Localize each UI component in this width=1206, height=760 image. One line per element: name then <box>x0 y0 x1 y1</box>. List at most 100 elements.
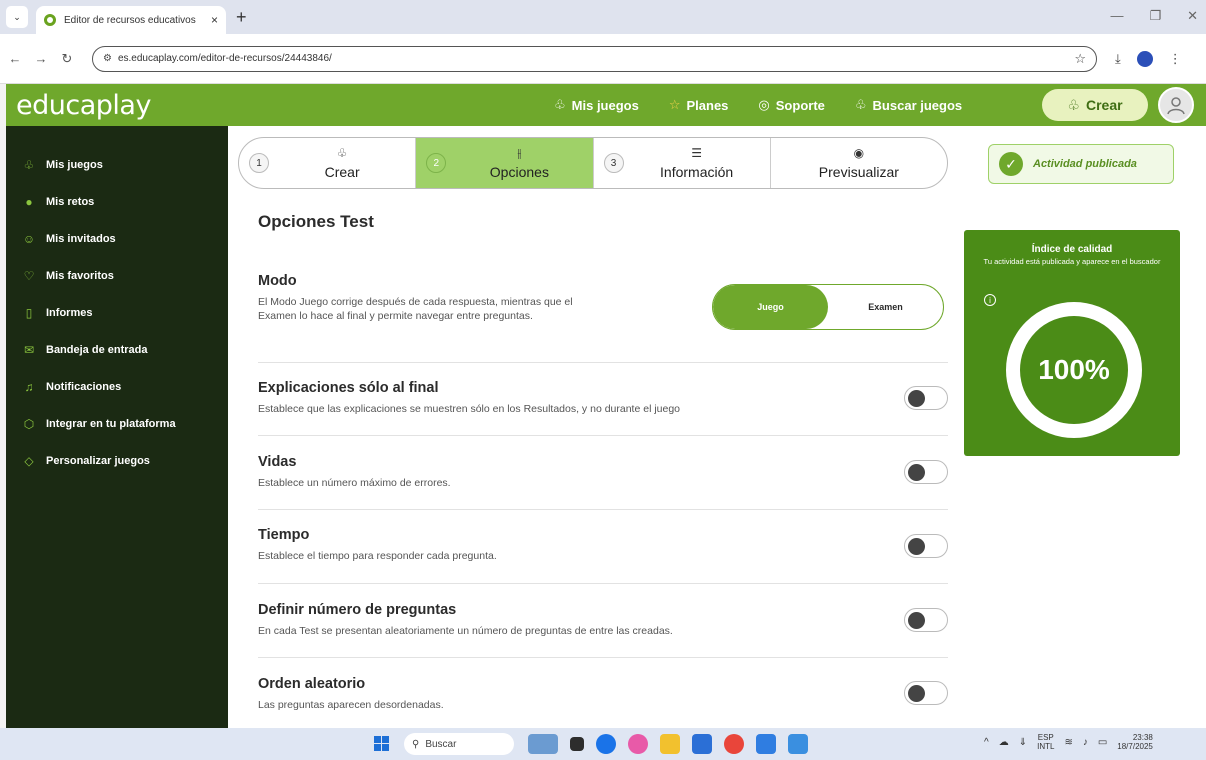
lang-bottom: INTL <box>1037 742 1055 751</box>
tiempo-toggle[interactable] <box>904 534 948 558</box>
integrate-icon: ⬡ <box>23 416 35 431</box>
download-icon[interactable]: ⤓ <box>1115 51 1121 67</box>
profile-avatar[interactable] <box>1136 50 1153 67</box>
option-orden-aleatorio: Orden aleatorio Las preguntas aparecen d… <box>258 676 948 712</box>
clock[interactable]: 23:38 18/7/2025 <box>1117 733 1153 751</box>
nav-soporte[interactable]: ◎ Soporte <box>758 97 824 113</box>
customize-icon: ◇ <box>24 453 34 468</box>
sidebar-item-notificaciones[interactable]: ♫ Notificaciones <box>6 368 228 405</box>
url-input[interactable]: ⚙ es.educaplay.com/editor-de-recursos/24… <box>92 45 1097 72</box>
option-title: Definir número de preguntas <box>258 602 457 618</box>
edge-icon[interactable] <box>596 734 616 754</box>
copilot-icon[interactable] <box>628 734 648 754</box>
nav-buscar-juegos[interactable]: ♧ Buscar juegos <box>855 97 962 113</box>
toggle-knob <box>908 538 925 555</box>
nav-label: Buscar juegos <box>872 97 963 113</box>
sidebar-item-personalizar[interactable]: ◇ Personalizar juegos <box>6 442 228 479</box>
sidebar-item-bandeja[interactable]: ✉ Bandeja de entrada <box>6 331 228 368</box>
option-vidas: Vidas Establece un número máximo de erro… <box>258 454 948 490</box>
sidebar-item-mis-retos[interactable]: ● Mis retos <box>6 183 228 220</box>
restore-icon[interactable]: ❐ <box>1149 8 1161 24</box>
task-view-icon[interactable] <box>570 737 584 751</box>
toggle-knob <box>908 464 925 481</box>
wifi-icon[interactable]: ≋ <box>1064 737 1072 748</box>
sidebar-item-integrar[interactable]: ⬡ Integrar en tu plataforma <box>6 405 228 442</box>
step-crear[interactable]: 1 ♧ Crear <box>239 138 417 188</box>
guests-icon: ☺ <box>22 231 36 246</box>
numero-preguntas-toggle[interactable] <box>904 608 948 632</box>
option-description: El Modo Juego corrige después de cada re… <box>258 296 573 322</box>
back-icon[interactable]: ← <box>4 51 26 66</box>
windows-start-icon[interactable] <box>374 736 389 751</box>
minimize-icon[interactable]: — <box>1110 8 1123 24</box>
volume-icon[interactable]: ♪ <box>1083 737 1088 748</box>
tab-close-icon[interactable]: × <box>211 13 218 27</box>
explicaciones-toggle[interactable] <box>904 386 948 410</box>
create-label: Crear <box>1085 97 1123 113</box>
site-info-icon[interactable]: ⚙ <box>103 53 112 64</box>
file-explorer-icon[interactable] <box>660 734 680 754</box>
sidebar-item-label: Mis retos <box>46 195 95 208</box>
language-indicator[interactable]: ESP INTL <box>1037 733 1054 751</box>
tab-search-button[interactable]: ⌄ <box>6 6 28 28</box>
orden-aleatorio-toggle[interactable] <box>904 681 948 705</box>
widget-icon[interactable] <box>528 734 558 754</box>
bell-icon: ♫ <box>24 379 34 394</box>
sidebar-item-label: Personalizar juegos <box>46 454 150 467</box>
browser-tabbar: ⌄ Editor de recursos educativos × + — ❐ … <box>0 0 1206 34</box>
heart-icon: ♡ <box>23 268 35 283</box>
mode-examen-option[interactable]: Examen <box>828 285 943 329</box>
new-tab-button[interactable]: + <box>236 7 247 28</box>
eye-icon: ◉ <box>853 146 865 160</box>
sidebar-item-mis-juegos[interactable]: ♧ Mis juegos <box>6 146 228 183</box>
sidebar-item-label: Mis invitados <box>46 232 116 245</box>
mail-icon[interactable] <box>756 734 776 754</box>
sidebar-item-mis-favoritos[interactable]: ♡ Mis favoritos <box>6 257 228 294</box>
photos-icon[interactable] <box>788 734 808 754</box>
nav-mis-juegos[interactable]: ♧ Mis juegos <box>554 97 639 113</box>
forward-icon[interactable]: → <box>30 51 52 66</box>
url-text: es.educaplay.com/editor-de-recursos/2444… <box>117 53 332 64</box>
divider <box>258 435 948 436</box>
info-icon[interactable]: i <box>984 294 996 306</box>
cloud-icon[interactable]: ☁ <box>999 737 1009 748</box>
lang-top: ESP <box>1037 733 1054 742</box>
report-icon: ▯ <box>25 305 33 320</box>
step-previsualizar[interactable]: ◉ Previsualizar <box>771 138 947 188</box>
user-avatar[interactable] <box>1158 87 1194 123</box>
create-button[interactable]: ♧ Crear <box>1042 89 1148 121</box>
games-icon: ♧ <box>23 157 35 172</box>
sidebar-item-mis-invitados[interactable]: ☺ Mis invitados <box>6 220 228 257</box>
sliders-icon: ⫲ <box>517 146 522 160</box>
sidebar-item-informes[interactable]: ▯ Informes <box>6 294 228 331</box>
check-icon: ✓ <box>999 152 1023 176</box>
toggle-knob <box>908 612 925 629</box>
taskbar-search-input[interactable]: ⚲ Buscar <box>404 733 514 755</box>
reload-icon[interactable]: ↻ <box>56 51 78 67</box>
chrome-icon[interactable] <box>724 734 744 754</box>
bookmark-star-icon[interactable]: ☆ <box>1074 51 1086 67</box>
step-opciones[interactable]: 2 ⫲ Opciones <box>416 138 594 188</box>
nav-planes[interactable]: ☆ Planes <box>669 97 729 113</box>
step-label: Información <box>660 164 734 180</box>
browser-menu-icon[interactable]: ⋮ <box>1169 51 1182 67</box>
battery-icon[interactable]: ▭ <box>1098 737 1107 748</box>
usb-icon[interactable]: ⇓ <box>1019 737 1027 748</box>
divider <box>258 509 948 510</box>
browser-tab[interactable]: Editor de recursos educativos × <box>36 6 226 34</box>
option-description: Establece un número máximo de errores. <box>258 477 451 489</box>
step-informacion[interactable]: 3 ☰ Información <box>594 138 771 188</box>
vidas-toggle[interactable] <box>904 460 948 484</box>
window-controls: — ❐ ✕ <box>1110 8 1198 24</box>
create-icon: ♧ <box>336 146 348 160</box>
windows-taskbar: ⚲ Buscar ^ ☁ ⇓ ESP INTL ≋ ♪ ▭ 23:38 18/7… <box>0 728 1206 760</box>
option-explicaciones: Explicaciones sólo al final Establece qu… <box>258 380 948 416</box>
store-icon[interactable] <box>692 734 712 754</box>
chevron-up-icon[interactable]: ^ <box>984 737 989 748</box>
nav-label: Mis juegos <box>571 97 639 113</box>
mode-juego-option[interactable]: Juego <box>713 285 828 329</box>
educaplay-logo[interactable]: educaplay <box>16 90 151 121</box>
create-icon: ♧ <box>1067 96 1080 113</box>
sidebar: ♧ Mis juegos ● Mis retos ☺ Mis invitados ♡ M… <box>6 126 228 728</box>
close-window-icon[interactable]: ✕ <box>1187 8 1198 24</box>
